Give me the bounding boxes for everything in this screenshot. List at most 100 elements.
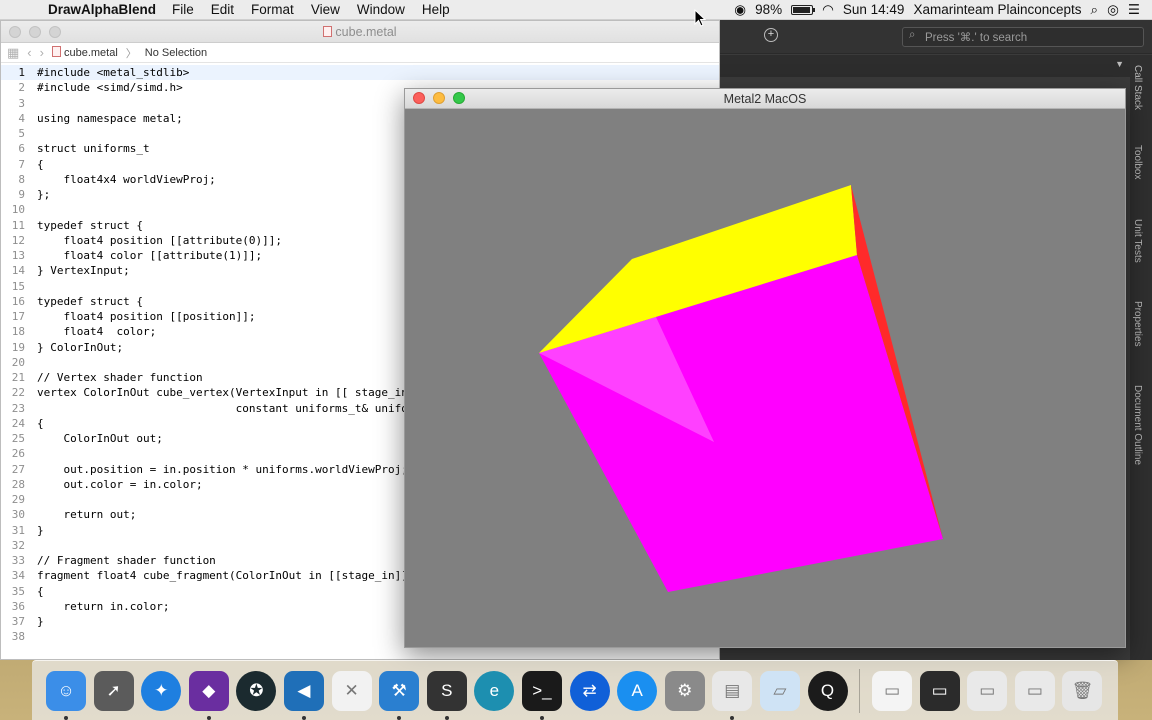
xamarin-icon[interactable]: ✕	[331, 670, 372, 711]
line-number: 28	[11, 477, 25, 491]
trash-icon[interactable]: 🗑	[1062, 670, 1103, 711]
line-number: 6	[18, 142, 25, 156]
rendered-cube	[405, 109, 1125, 647]
folder-icon[interactable]: ▭	[1014, 670, 1055, 711]
line-number: 11	[11, 218, 25, 232]
jump-bar: ▦ ‹ › cube.metal 〉 No Selection	[1, 43, 719, 63]
line-number: 29	[11, 493, 25, 506]
line-number: 14	[11, 264, 25, 278]
code-text: typedef struct {	[37, 218, 143, 232]
app-store-icon[interactable]: A	[617, 670, 658, 711]
code-line[interactable]: 1 #include <metal_stdlib>	[1, 65, 719, 81]
menu-edit[interactable]: Edit	[211, 2, 234, 17]
add-icon[interactable]: +	[764, 28, 778, 42]
vs-toolbar: + ⌕ Press '⌘.' to search	[720, 20, 1152, 54]
mouse-cursor-icon	[694, 9, 706, 27]
line-number: 5	[18, 127, 25, 140]
code-text: using namespace metal;	[37, 111, 183, 125]
edge-icon[interactable]: e	[474, 670, 515, 711]
clock[interactable]: Sun 14:49	[843, 2, 905, 17]
safari-icon[interactable]: ✦	[141, 670, 182, 711]
menu-help[interactable]: Help	[422, 2, 450, 17]
code-text: {	[37, 416, 44, 430]
tab-properties[interactable]: Properties	[1132, 301, 1143, 347]
wifi-icon[interactable]: ◠	[822, 2, 834, 18]
xcode-titlebar[interactable]: cube.metal	[1, 21, 719, 43]
trim-enabler-icon[interactable]: ▤	[712, 670, 753, 720]
spotlight-icon[interactable]: ⌕	[1091, 2, 1099, 18]
notification-center-icon[interactable]: ☰	[1128, 2, 1140, 18]
line-number: 9	[18, 188, 25, 201]
menu-window[interactable]: Window	[357, 2, 405, 17]
metal-render-view[interactable]	[405, 109, 1125, 647]
document-icon[interactable]: ▭	[872, 670, 913, 711]
back-button[interactable]: ‹	[27, 45, 31, 60]
menu-format[interactable]: Format	[251, 2, 294, 17]
code-text: return out;	[37, 508, 137, 522]
code-text: out.color = in.color;	[37, 477, 203, 491]
line-number: 23	[11, 401, 25, 415]
code-text: out.position = in.position * uniforms.wo…	[37, 462, 408, 476]
vscode-icon[interactable]: ◀	[283, 670, 324, 720]
battery-percent[interactable]: 98%	[755, 2, 782, 17]
line-number: 24	[11, 416, 25, 430]
gitkraken-icon[interactable]: ✪	[236, 670, 277, 711]
screen-record-icon[interactable]: ◉	[734, 2, 746, 18]
code-text: float4 position [[attribute(0)]];	[37, 233, 283, 247]
line-number: 38	[11, 630, 25, 644]
folder-icon[interactable]: ▭	[967, 670, 1008, 711]
quicktime-icon[interactable]: Q	[807, 670, 848, 711]
system-preferences-icon[interactable]: ⚙	[664, 670, 705, 711]
running-indicator	[397, 715, 402, 720]
screenshot-icon[interactable]: ▭	[919, 670, 960, 711]
search-icon: ⌕	[909, 29, 916, 41]
vs-search-input[interactable]: ⌕ Press '⌘.' to search	[902, 27, 1144, 47]
jumpbar-file[interactable]: cube.metal	[51, 46, 118, 59]
line-number: 3	[18, 96, 25, 110]
sublime-text-icon[interactable]: S	[426, 670, 467, 720]
line-number: 15	[11, 279, 25, 293]
tab-call-stack[interactable]: Call Stack	[1132, 65, 1143, 110]
xcode-icon[interactable]: ⚒	[379, 670, 420, 720]
line-number: 19	[11, 340, 25, 354]
teamviewer-icon[interactable]: ⇄	[569, 670, 610, 711]
code-text: float4x4 worldViewProj;	[37, 172, 216, 186]
line-number: 1	[18, 66, 25, 79]
battery-icon[interactable]	[791, 4, 816, 15]
app-menu[interactable]: DrawAlphaBlend	[48, 2, 156, 17]
visual-studio-icon[interactable]: ◆	[188, 670, 229, 720]
running-indicator	[539, 715, 544, 720]
code-text: #include <simd/simd.h>	[37, 81, 183, 95]
code-text: float4 color [[attribute(1)]];	[37, 249, 263, 262]
siri-icon[interactable]: ◎	[1107, 2, 1119, 18]
tab-unit-tests[interactable]: Unit Tests	[1132, 219, 1143, 263]
related-items-icon[interactable]: ▦	[7, 45, 19, 61]
line-number: 25	[11, 432, 25, 445]
chevron-down-icon[interactable]: ▼	[1115, 59, 1124, 69]
menu-bar: DrawAlphaBlend File Edit Format View Win…	[0, 0, 1152, 20]
jumpbar-selection[interactable]: No Selection	[145, 47, 207, 59]
metal-file-icon	[51, 46, 61, 57]
vs-document-bar: ▼	[720, 55, 1130, 77]
vs-side-panel: Call Stack Toolbox Unit Tests Properties…	[1130, 55, 1152, 660]
terminal-icon[interactable]: >_	[521, 670, 562, 720]
menu-view[interactable]: View	[311, 2, 340, 17]
code-text: {	[37, 584, 44, 598]
user-menu[interactable]: Xamarinteam Plainconcepts	[913, 2, 1081, 17]
status-area: ◉ 98% ◠ Sun 14:49 Xamarinteam Plainconce…	[734, 2, 1152, 18]
line-number: 31	[11, 523, 25, 537]
finder-icon[interactable]: ☺	[46, 670, 86, 720]
preview-icon[interactable]: ▱	[759, 670, 800, 711]
launchpad-icon[interactable]: ➚	[93, 670, 134, 711]
line-number: 22	[11, 386, 25, 400]
metal-titlebar[interactable]: Metal2 MacOS	[405, 89, 1125, 109]
tab-toolbox[interactable]: Toolbox	[1132, 145, 1143, 179]
line-number: 26	[11, 447, 25, 461]
menu-file[interactable]: File	[172, 2, 194, 17]
tab-document-outline[interactable]: Document Outline	[1132, 385, 1143, 465]
forward-button[interactable]: ›	[40, 45, 44, 60]
